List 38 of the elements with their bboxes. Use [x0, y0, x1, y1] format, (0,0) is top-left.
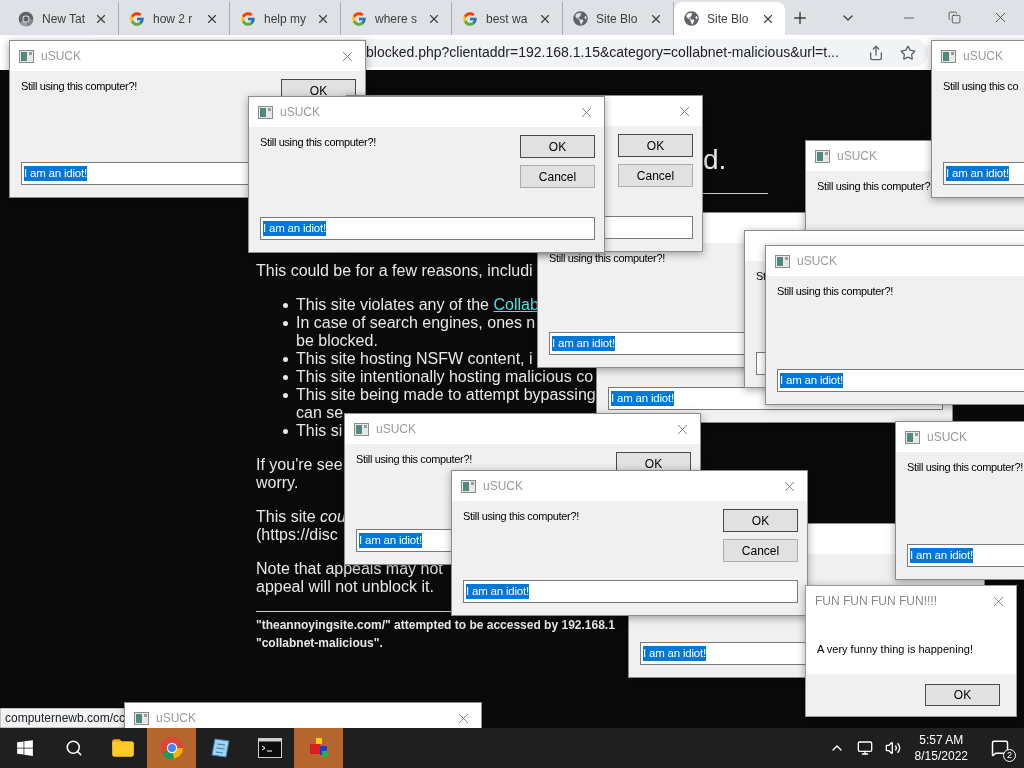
- message-text: Still using this co: [943, 80, 1019, 93]
- paragraph-text: appeal will not unblock it.: [256, 578, 434, 596]
- window-title: uSUCK: [963, 48, 1003, 65]
- message-text: Still using this computer?!: [907, 461, 1023, 474]
- window-title: uSUCK: [156, 710, 196, 727]
- paragraph-text: Note that appeals may not: [256, 560, 443, 578]
- list-item-text: This site hosting NSFW content, i: [296, 350, 533, 368]
- message-text: Still using this computer?!: [463, 510, 579, 523]
- paragraph-text: If you're see: [256, 456, 343, 474]
- window-title: FUN FUN FUN FUN!!!!: [815, 593, 937, 610]
- window-title: uSUCK: [797, 253, 837, 270]
- window-title: uSUCK: [41, 48, 81, 65]
- message-text: Still using this computer?!: [260, 136, 376, 149]
- window-title: uSUCK: [376, 421, 416, 438]
- page-heading: d.: [703, 144, 727, 176]
- message-text: Still using this computer?!: [356, 453, 472, 466]
- paragraph-text: (https://disc: [256, 526, 338, 544]
- message-text: Still using this computer?!: [549, 252, 665, 265]
- message-text: A very funny thing is happening!: [817, 643, 973, 655]
- list-item-text: This site intentionally hosting malicious co: [296, 368, 594, 386]
- list-item-text: In case of search engines, ones n: [296, 314, 536, 332]
- window-title: uSUCK: [483, 478, 523, 495]
- list-item-text: This si: [296, 422, 343, 440]
- window-title: uSUCK: [927, 429, 967, 446]
- message-text: Still using this computer?!: [21, 80, 137, 93]
- paragraph-text: worry.: [256, 474, 299, 492]
- footer-text: "collabnet-malicious".: [256, 635, 383, 652]
- notification-count: 2: [1003, 749, 1016, 762]
- message-text: Still using this computer?: [817, 180, 931, 193]
- list-item-text: This site violates any of the: [296, 296, 490, 314]
- list-item-text: can se: [296, 404, 344, 422]
- list-item-text: This site being made to attempt bypassing: [296, 386, 596, 404]
- message-text: Still using this computer?!: [777, 285, 893, 298]
- window-title: uSUCK: [280, 104, 320, 121]
- footer-text: "theannoyingsite.com/" attempted to be accessed by 192.168.1: [256, 617, 615, 634]
- list-item-text: be blocked.: [296, 332, 378, 350]
- intro-text: This could be for a few reasons, includi: [256, 261, 533, 281]
- window-title: uSUCK: [837, 148, 877, 165]
